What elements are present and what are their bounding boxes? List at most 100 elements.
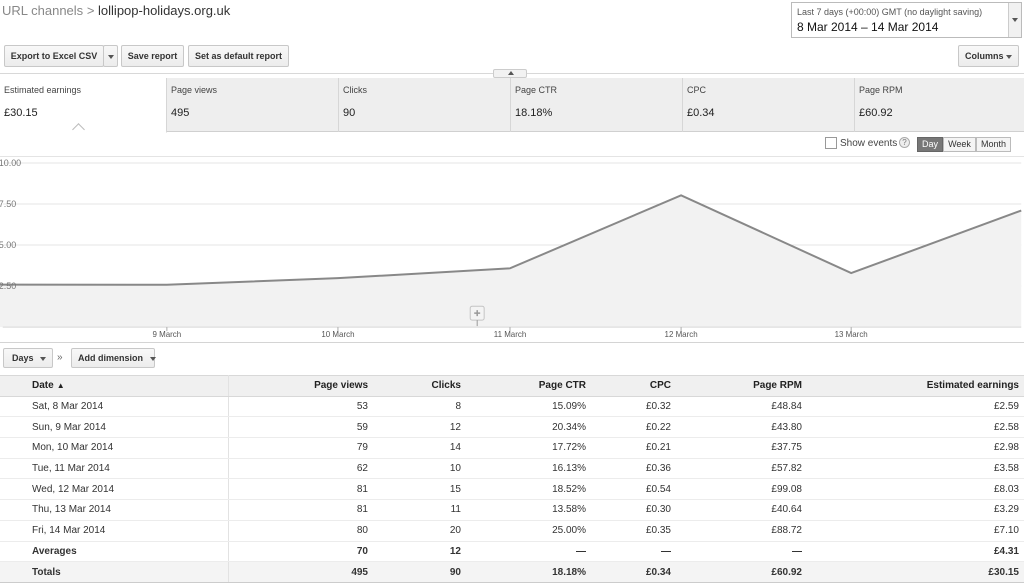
table-cell: 81 [228, 478, 373, 501]
table-cell: 495 [228, 561, 373, 583]
totals-row: Totals 495 90 18.18% £0.34 £60.92 £30.15 [0, 561, 1024, 583]
table-cell: £2.58 [807, 416, 1024, 439]
table-cell: £0.35 [591, 520, 676, 542]
y-tick-label: 7.50 [0, 199, 16, 209]
scorecard-value: 90 [343, 107, 356, 119]
table-cell: — [591, 541, 676, 563]
scorecard-estimated-earnings[interactable]: Estimated earnings £30.15 [0, 78, 167, 136]
granularity-week-button[interactable]: Week [943, 137, 976, 152]
table-cell: 14 [373, 437, 466, 459]
scorecard-value: £0.34 [687, 107, 715, 119]
table-cell: £0.34 [591, 561, 676, 583]
table-cell: — [676, 541, 807, 563]
granularity-day-button[interactable]: Day [917, 137, 943, 152]
scorecard-clicks[interactable]: Clicks 90 [339, 78, 511, 132]
table-cell: £0.30 [591, 499, 676, 521]
table-cell: 10 [373, 458, 466, 480]
add-dimension-button[interactable]: Add dimension [71, 348, 156, 368]
table-cell: 18.52% [466, 478, 591, 501]
breadcrumb-parent[interactable]: URL channels [2, 3, 83, 18]
breadcrumb-separator: > [86, 3, 95, 18]
x-tick-label: 10 March [321, 330, 354, 339]
column-header-cpc[interactable]: CPC [591, 375, 676, 397]
table-cell: 25.00% [466, 520, 591, 542]
scorecard-cpc[interactable]: CPC £0.34 [683, 78, 855, 132]
columns-button[interactable]: Columns [958, 45, 1019, 67]
set-default-report-button[interactable]: Set as default report [188, 45, 289, 67]
table-cell: £0.32 [591, 396, 676, 418]
sort-ascending-icon: ▲ [56, 381, 65, 391]
table-cell: 18.18% [466, 561, 591, 583]
x-tick-label: 12 March [665, 330, 698, 339]
column-header-page-rpm[interactable]: Page RPM [676, 375, 807, 397]
breadcrumb: URL channels > lollipop-holidays.org.uk [2, 3, 230, 18]
table-cell: — [466, 541, 591, 563]
date-range-dropdown-button[interactable] [1008, 3, 1021, 37]
table-cell: £0.54 [591, 478, 676, 501]
chevron-down-icon [1012, 18, 1018, 22]
chevron-down-icon [40, 356, 47, 361]
table-cell: Sun, 9 Mar 2014 [0, 416, 229, 439]
table-cell: £60.92 [676, 561, 807, 583]
active-pointer [72, 123, 85, 136]
table-cell: £8.03 [807, 478, 1024, 501]
table-cell: £2.98 [807, 437, 1024, 459]
table-cell: £2.59 [807, 396, 1024, 418]
export-dropdown-button[interactable] [103, 45, 118, 67]
table-cell: 12 [373, 416, 466, 439]
date-range-value: 8 Mar 2014 – 14 Mar 2014 [797, 20, 939, 34]
scorecard-label: CPC [687, 85, 707, 95]
table-cell: 90 [373, 561, 466, 583]
table-cell: £4.31 [807, 541, 1024, 563]
x-tick-label: 11 March [494, 330, 526, 339]
scorecard-label: Page views [171, 85, 218, 95]
table-header-row: Date ▲ Page views Clicks Page CTR CPC Pag… [0, 375, 1024, 397]
table-cell: £37.75 [676, 437, 807, 459]
table-cell: Averages [0, 541, 229, 563]
table-cell: 59 [228, 416, 373, 439]
chevron-right-icon: » [57, 352, 63, 363]
table-cell: 70 [228, 541, 373, 563]
scorecard-page-views[interactable]: Page views 495 [167, 78, 339, 132]
table-cell: £3.58 [807, 458, 1024, 480]
date-range-picker[interactable]: Last 7 days (+00:00) GMT (no daylight sa… [791, 2, 1022, 38]
column-header-clicks[interactable]: Clicks [373, 375, 466, 397]
column-header-page-views[interactable]: Page views [228, 375, 373, 397]
scorecard-value: £60.92 [859, 107, 893, 119]
table-cell: 8 [373, 396, 466, 418]
table-cell: £3.29 [807, 499, 1024, 521]
column-header-estimated-earnings[interactable]: Estimated earnings [807, 375, 1024, 397]
scorecard-page-rpm[interactable]: Page RPM £60.92 [855, 78, 1024, 132]
table-cell: Thu, 13 Mar 2014 [0, 499, 229, 521]
table-row: Mon, 10 Mar 2014 79 14 17.72% £0.21 £37.75 £2.… [0, 437, 1024, 459]
scorecard-page-ctr[interactable]: Page CTR 18.18% [511, 78, 683, 132]
chevron-down-icon [107, 54, 114, 59]
table-cell: 80 [228, 520, 373, 542]
table-row: Thu, 13 Mar 2014 81 11 13.58% £0.30 £40.64 £3.… [0, 499, 1024, 521]
earnings-line-chart: 10.00 7.50 5.00 2.50 9 March 10 March 11 Marc… [0, 156, 1024, 339]
table-row: Sun, 9 Mar 2014 59 12 20.34% £0.22 £43.80 £2.5… [0, 416, 1024, 439]
table-cell: £88.72 [676, 520, 807, 542]
help-icon[interactable]: ? [899, 137, 910, 148]
column-header-page-ctr[interactable]: Page CTR [466, 375, 591, 397]
save-report-button[interactable]: Save report [121, 45, 184, 67]
table-cell: 20 [373, 520, 466, 542]
table-cell: 11 [373, 499, 466, 521]
y-tick-label: 10.00 [0, 158, 21, 168]
column-header-date[interactable]: Date ▲ [0, 375, 229, 397]
table-cell: 12 [373, 541, 466, 563]
table-cell: 79 [228, 437, 373, 459]
granularity-month-button[interactable]: Month [976, 137, 1011, 152]
chart-divider [0, 342, 1024, 343]
averages-row: Averages 70 12— — — £4.31 [0, 541, 1024, 563]
export-csv-button[interactable]: Export to Excel CSV [4, 45, 104, 67]
scorecard-label: Page CTR [515, 85, 558, 95]
scorecard-value: 495 [171, 107, 190, 119]
show-events-checkbox[interactable] [825, 137, 837, 149]
show-events-label: Show events [840, 138, 898, 149]
table-row: Fri, 14 Mar 2014 80 20 25.00% £0.35 £88.72 £7.… [0, 520, 1024, 542]
x-tick-label: 13 March [835, 330, 868, 339]
days-dimension-button[interactable]: Days [3, 348, 53, 368]
date-range-preset: Last 7 days (+00:00) GMT (no daylight sa… [797, 7, 983, 17]
collapse-chart-toggle[interactable] [493, 69, 527, 78]
